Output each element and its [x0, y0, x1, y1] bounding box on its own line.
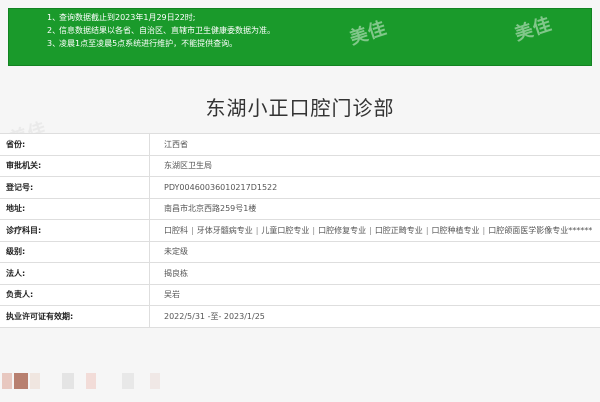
table-row: 诊疗科目: 口腔科 | 牙体牙髓病专业 | 儿童口腔专业 | 口腔修复专业 | 口腔正畸专业 | 口…	[0, 219, 600, 241]
notice-banner: 1、查询数据截止到2023年1月29日22时; 2、信息数据结果以各省、自治区、…	[8, 8, 592, 66]
blurred-block	[150, 373, 160, 389]
row-value-principal: 吴岩	[149, 283, 600, 306]
row-value-level: 未定级	[149, 240, 600, 263]
notice-item: 2、信息数据结果以各省、自治区、直辖市卫生健康委数据为准。	[47, 26, 275, 35]
row-value-registration: PDY00460036010217D1522	[149, 176, 600, 198]
department-item: 牙体牙髓病专业	[196, 225, 253, 235]
blurred-block	[14, 373, 28, 389]
department-item: 口腔种植专业	[431, 225, 480, 235]
row-label-license-validity: 执业许可证有效期:	[0, 305, 150, 328]
row-label-departments: 诊疗科目:	[0, 219, 150, 241]
row-value-province: 江西省	[149, 133, 600, 155]
row-label-legal-person: 法人:	[0, 262, 150, 284]
row-value-authority: 东湖区卫生局	[149, 154, 600, 177]
table-row: 省份: 江西省	[0, 133, 600, 155]
table-row: 审批机关: 东湖区卫生局	[0, 154, 600, 177]
row-value-legal-person: 揭良栋	[149, 262, 600, 284]
row-label-registration: 登记号:	[0, 176, 150, 198]
row-value-address: 南昌市北京西路259号1楼	[149, 197, 600, 220]
row-label-authority: 审批机关:	[0, 154, 150, 177]
blurred-block	[30, 373, 40, 389]
department-item: 儿童口腔专业	[261, 225, 310, 235]
department-item: 口腔修复专业	[318, 225, 367, 235]
department-item: 口腔科	[164, 225, 188, 235]
row-value-license-validity: 2022/5/31 -至- 2023/1/25	[149, 305, 600, 328]
blurred-block	[2, 373, 12, 389]
notice-item: 1、查询数据截止到2023年1月29日22时;	[47, 13, 196, 22]
page-title: 东湖小正口腔门诊部	[205, 96, 395, 120]
row-label-level: 级别:	[0, 240, 150, 263]
row-label-province: 省份:	[0, 133, 150, 155]
row-label-principal: 负责人:	[0, 283, 150, 306]
blurred-block	[62, 373, 74, 389]
table-row: 登记号: PDY00460036010217D1522	[0, 176, 600, 198]
notice-list: 1、查询数据截止到2023年1月29日22时; 2、信息数据结果以各省、自治区、…	[9, 9, 591, 50]
department-item: 口腔颌面医学影像专业******	[488, 225, 593, 235]
table-row: 地址: 南昌市北京西路259号1楼	[0, 197, 600, 220]
table-row: 负责人: 吴岩	[0, 283, 600, 306]
blurred-block	[86, 373, 96, 389]
blurred-footer	[0, 365, 600, 395]
table-row: 级别: 未定级	[0, 240, 600, 263]
blurred-block	[122, 373, 134, 389]
table-row: 法人: 揭良栋	[0, 262, 600, 284]
row-label-address: 地址:	[0, 197, 150, 220]
clinic-info-table: 省份: 江西省 审批机关: 东湖区卫生局 登记号: PDY00460036010…	[0, 133, 600, 328]
table-row: 执业许可证有效期: 2022/5/31 -至- 2023/1/25	[0, 305, 600, 328]
department-item: 口腔正畸专业	[374, 225, 423, 235]
notice-item: 3、凌晨1点至凌晨5点系统进行维护，不能提供查询。	[47, 39, 238, 48]
row-value-departments: 口腔科 | 牙体牙髓病专业 | 儿童口腔专业 | 口腔修复专业 | 口腔正畸专业 | 口腔种植专业 |…	[149, 219, 600, 241]
